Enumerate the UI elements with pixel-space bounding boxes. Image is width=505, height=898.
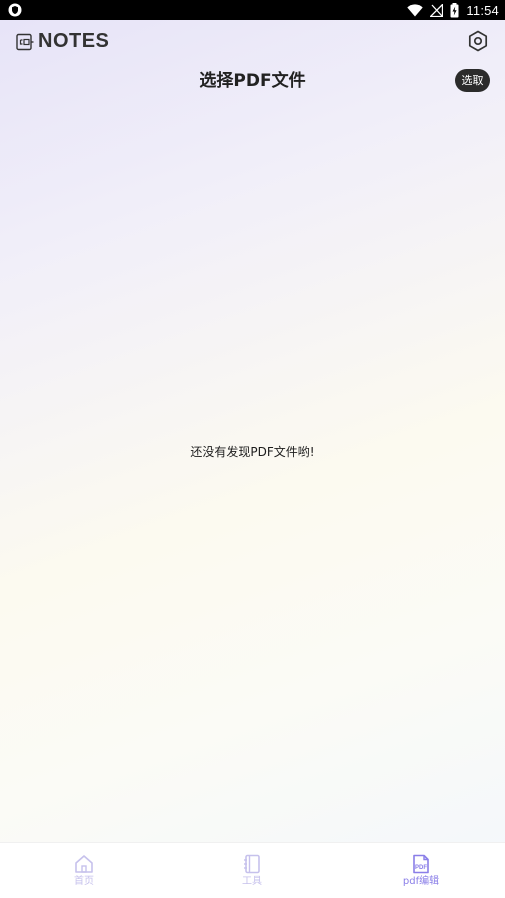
- home-icon: [75, 855, 93, 873]
- battery-charging-icon: [450, 2, 459, 17]
- select-button[interactable]: 选取: [455, 69, 490, 92]
- nav-item-pdf-edit[interactable]: PDF pdf编辑: [361, 843, 481, 898]
- app-logo: NOTES: [16, 30, 109, 53]
- nav-item-home[interactable]: 首页: [24, 843, 144, 898]
- nav-label-pdf-edit: pdf编辑: [402, 876, 440, 887]
- status-time: 11:54: [466, 2, 499, 18]
- hexagon-settings-icon[interactable]: [466, 29, 490, 53]
- svg-text:PDF: PDF: [415, 865, 427, 871]
- status-bar: 11:54: [0, 0, 505, 20]
- nav-label-tools: 工具: [242, 876, 262, 887]
- no-signal-icon: [430, 3, 444, 17]
- empty-state-message: 还没有发现PDF文件哟!: [190, 445, 315, 459]
- nav-item-tools[interactable]: 工具: [192, 843, 312, 898]
- note-icon: [16, 33, 34, 50]
- nav-label-home: 首页: [74, 876, 94, 887]
- page-title: 选择PDF文件: [199, 71, 306, 91]
- logo-text: NOTES: [38, 30, 110, 52]
- pdf-file-icon: PDF: [413, 854, 429, 874]
- bottom-nav: 首页 工具 PDF pdf编辑: [0, 842, 505, 898]
- wifi-icon: [407, 3, 424, 16]
- notebook-icon: [244, 854, 260, 874]
- shield-icon: [8, 3, 22, 17]
